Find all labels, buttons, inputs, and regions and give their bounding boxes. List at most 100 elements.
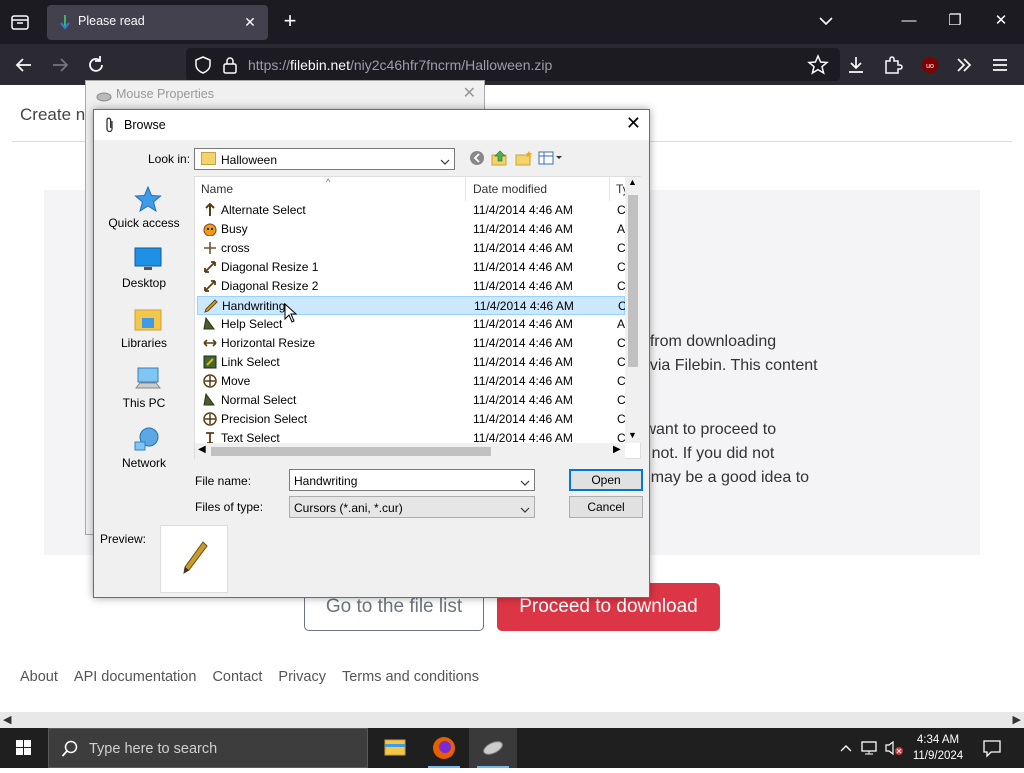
footer-link[interactable]: Terms and conditions	[342, 669, 479, 685]
view-menu-icon[interactable]	[538, 150, 564, 171]
file-list[interactable]: Name ^ Date modified Ty Alternate Select…	[194, 176, 641, 459]
file-name: Alternate Select	[221, 203, 306, 217]
close-icon[interactable]: ✕	[463, 83, 476, 103]
cancel-button[interactable]: Cancel	[569, 496, 643, 518]
footer-link[interactable]: API documentation	[74, 669, 197, 685]
extensions-puzzle-icon[interactable]	[881, 53, 905, 77]
look-in-dropdown[interactable]: Halloween	[194, 148, 455, 170]
open-button[interactable]: Open	[569, 469, 643, 491]
preview-label: Preview:	[100, 532, 147, 546]
column-name[interactable]: Name	[201, 182, 233, 196]
column-date-modified[interactable]: Date modified	[473, 182, 547, 196]
url-text[interactable]: https://filebin.net/niy2c46hfr7fncrm/Hal…	[248, 57, 552, 73]
firefox-taskbar-icon[interactable]	[420, 728, 468, 768]
chevron-up-icon[interactable]	[838, 740, 854, 761]
tab-list-icon[interactable]	[8, 10, 32, 34]
libraries-icon	[134, 306, 162, 332]
file-row[interactable]: Diagonal Resize 211/4/2014 4:46 AMCu	[197, 277, 627, 296]
url-bar[interactable]: https://filebin.net/niy2c46hfr7fncrm/Hal…	[186, 48, 840, 81]
file-date: 11/4/2014 4:46 AM	[473, 336, 573, 350]
file-name: Horizontal Resize	[221, 336, 316, 350]
new-folder-icon[interactable]	[515, 150, 533, 171]
place-desktop[interactable]: Desktop	[102, 240, 186, 298]
svg-text:uo: uo	[926, 63, 934, 70]
page-horizontal-scrollbar[interactable]: ◀ ▶	[0, 712, 1024, 728]
footer-link[interactable]: About	[20, 669, 58, 685]
place-libraries[interactable]: Libraries	[102, 300, 186, 358]
files-of-type-label: Files of type:	[195, 500, 264, 514]
file-row[interactable]: Link Select11/4/2014 4:46 AMCu	[197, 353, 627, 372]
file-date: 11/4/2014 4:46 AM	[473, 279, 573, 293]
file-row[interactable]: Busy11/4/2014 4:46 AMAn	[197, 220, 627, 239]
network-icon[interactable]	[860, 740, 878, 761]
folder-icon	[201, 152, 216, 165]
browse-title-bar[interactable]: Browse ✕	[94, 110, 649, 140]
file-row[interactable]: Move11/4/2014 4:46 AMCu	[197, 372, 627, 391]
chevron-down-icon[interactable]	[815, 10, 837, 32]
taskbar-clock[interactable]: 4:34 AM 11/9/2024	[912, 732, 964, 764]
lock-icon[interactable]	[222, 56, 238, 79]
file-date: 11/4/2014 4:46 AM	[473, 203, 573, 217]
scroll-right-arrow-icon[interactable]: ▶	[1013, 713, 1021, 726]
bookmark-star-icon[interactable]	[806, 53, 830, 77]
new-tab-button[interactable]: +	[278, 10, 302, 34]
diag-resize-cursor-icon	[203, 279, 217, 293]
file-row[interactable]: Precision Select11/4/2014 4:46 AMCu	[197, 410, 627, 429]
tab-please-read[interactable]: Please read ✕	[47, 5, 268, 40]
file-row[interactable]: Handwriting11/4/2014 4:46 AMCu	[197, 296, 628, 315]
scrollbar-thumb[interactable]	[211, 447, 491, 456]
place-network[interactable]: Network	[102, 420, 186, 478]
close-window-button[interactable]: ✕	[986, 6, 1016, 36]
up-folder-icon[interactable]	[491, 150, 509, 171]
scrollbar-thumb[interactable]	[628, 195, 638, 367]
notifications-icon[interactable]	[982, 738, 1002, 763]
file-explorer-taskbar-icon[interactable]	[371, 728, 419, 768]
files-of-type-dropdown[interactable]: Cursors (*.ani, *.cur)	[289, 496, 535, 518]
footer-link[interactable]: Privacy	[278, 669, 326, 685]
mouse-properties-taskbar-icon[interactable]	[469, 728, 517, 768]
pencil-cursor-icon	[204, 299, 218, 313]
scroll-left-arrow-icon[interactable]: ◀	[198, 444, 206, 455]
taskbar-search-box[interactable]: Type here to search	[48, 728, 368, 768]
ublock-origin-icon[interactable]: uo	[918, 53, 942, 77]
footer-link[interactable]: Contact	[212, 669, 262, 685]
minimize-button[interactable]: —	[894, 6, 924, 36]
overflow-chevrons-icon[interactable]	[952, 53, 976, 77]
move-cursor-icon	[203, 374, 217, 388]
mouse-pointer-icon	[284, 302, 298, 328]
scroll-up-arrow-icon[interactable]: ▲	[628, 177, 637, 187]
download-icon[interactable]	[844, 53, 868, 77]
scroll-down-arrow-icon[interactable]: ▼	[628, 430, 637, 440]
computer-icon	[134, 366, 162, 392]
tab-close-icon[interactable]: ✕	[240, 12, 260, 32]
shield-icon[interactable]	[194, 56, 212, 79]
file-name: Busy	[221, 222, 248, 236]
file-row[interactable]: Alternate Select11/4/2014 4:46 AMCu	[197, 201, 627, 220]
forward-arrow-icon[interactable]	[48, 53, 72, 77]
file-name-field[interactable]: Handwriting	[289, 469, 535, 491]
windows-start-button[interactable]	[0, 728, 48, 768]
chevron-down-icon[interactable]	[520, 475, 530, 486]
volume-muted-icon[interactable]	[884, 740, 904, 761]
file-row[interactable]: Help Select11/4/2014 4:46 AMAn	[197, 315, 627, 334]
paperclip-icon	[104, 117, 116, 138]
close-icon[interactable]: ✕	[626, 113, 641, 134]
file-row[interactable]: Horizontal Resize11/4/2014 4:46 AMCu	[197, 334, 627, 353]
file-list-horizontal-scrollbar[interactable]: ◀ ▶	[195, 443, 625, 459]
browse-dialog[interactable]: Browse ✕ Look in: Halloween Quick access…	[93, 109, 650, 598]
scroll-right-arrow-icon[interactable]: ▶	[613, 444, 621, 455]
hamburger-menu-icon[interactable]	[988, 53, 1012, 77]
back-icon[interactable]	[469, 150, 485, 171]
back-arrow-icon[interactable]	[12, 53, 36, 77]
create-new-link[interactable]: Create ne	[20, 105, 95, 125]
file-list-vertical-scrollbar[interactable]: ▲ ▼	[625, 177, 641, 443]
scroll-left-arrow-icon[interactable]: ◀	[3, 713, 11, 726]
reload-icon[interactable]	[84, 53, 108, 77]
file-date: 11/4/2014 4:46 AM	[473, 241, 573, 255]
place-this-pc[interactable]: This PC	[102, 360, 186, 418]
maximize-button[interactable]: ❐	[940, 6, 970, 36]
file-row[interactable]: Normal Select11/4/2014 4:46 AMCu	[197, 391, 627, 410]
file-row[interactable]: cross11/4/2014 4:46 AMCu	[197, 239, 627, 258]
file-row[interactable]: Diagonal Resize 111/4/2014 4:46 AMCu	[197, 258, 627, 277]
place-quick-access[interactable]: Quick access	[102, 180, 186, 238]
